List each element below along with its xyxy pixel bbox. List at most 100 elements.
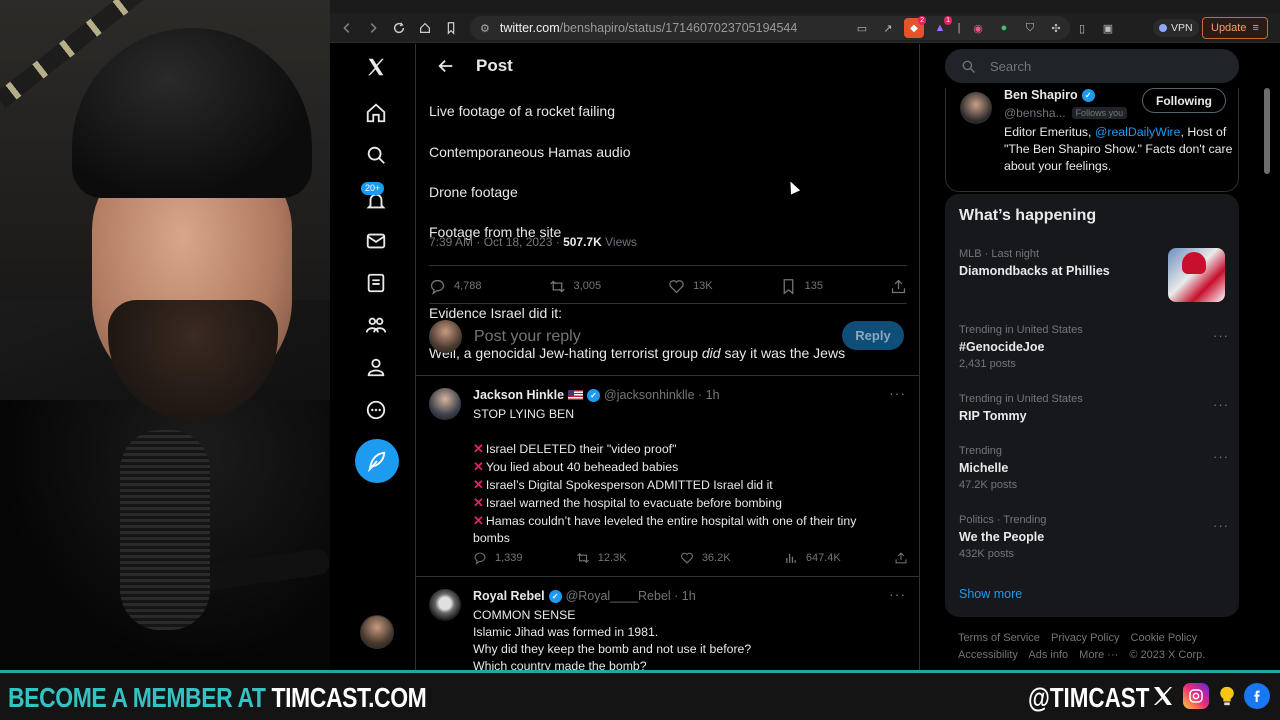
footer-link-cookies[interactable]: Cookie Policy <box>1131 632 1198 644</box>
profile-handle[interactable]: @bensha... <box>1004 106 1066 120</box>
cast-icon[interactable]: ▭ <box>852 18 872 38</box>
share-action[interactable] <box>890 278 907 295</box>
extensions-puzzle-icon[interactable]: ✣ <box>1046 18 1066 38</box>
explore-search-icon[interactable] <box>360 139 392 171</box>
profile-name-row: Ben Shapiro ✓ <box>1004 88 1095 102</box>
us-flag-icon <box>568 390 584 400</box>
page-scrollbar[interactable] <box>1262 88 1272 670</box>
communities-icon[interactable] <box>360 309 392 341</box>
more-options-icon[interactable]: ··· <box>1213 518 1229 533</box>
compose-post-button[interactable] <box>355 439 399 483</box>
more-options-icon[interactable]: ··· <box>889 385 906 401</box>
profile-avatar[interactable] <box>960 92 992 124</box>
reply-line: ✕ Hamas couldn’t have leveled the entire … <box>473 512 898 530</box>
reply-action[interactable]: 4,788 <box>429 278 482 295</box>
search-box[interactable]: Search <box>945 49 1239 83</box>
show-more-link[interactable]: Show more <box>959 587 1022 601</box>
like-action[interactable]: 36.2K <box>680 551 731 565</box>
timestamp-text[interactable]: 7:39 AM · Oct 18, 2023 · <box>429 235 563 249</box>
footer-copyright: © 2023 X Corp. <box>1129 649 1206 661</box>
reply-tweet[interactable]: Royal Rebel ✓ @Royal____Rebel · 1h ··· C… <box>416 578 919 670</box>
profile-name[interactable]: Ben Shapiro <box>1004 88 1078 102</box>
reply-author-name[interactable]: Jackson Hinkle <box>473 388 564 402</box>
trend-item[interactable]: Trending in United States #GenocideJoe 2… <box>959 324 1229 370</box>
reply-avatar[interactable] <box>429 388 461 420</box>
reply-line: ✕ Israel DELETED their "video proof" <box>473 440 898 458</box>
reply-line: COMMON SENSE <box>473 608 576 622</box>
scrollbar-thumb[interactable] <box>1264 88 1270 174</box>
notifications-badge: 20+ <box>361 182 385 195</box>
trends-title: What’s happening <box>959 207 1097 224</box>
reply-line-text: STOP LYING BEN <box>473 407 575 421</box>
home-icon[interactable] <box>360 97 392 129</box>
reply-line-text: Hamas couldn’t have leveled the entire h… <box>485 514 857 528</box>
views-action[interactable]: 647.4K <box>784 551 841 565</box>
footer-link-more[interactable]: More ··· <box>1079 649 1118 661</box>
lists-icon[interactable] <box>360 267 392 299</box>
reply-author-name[interactable]: Royal Rebel <box>473 589 545 603</box>
profile-icon[interactable] <box>360 351 392 383</box>
wallet-icon[interactable]: ▣ <box>1098 18 1118 38</box>
reply-author-handle[interactable]: @Royal____Rebel · 1h <box>566 589 696 603</box>
search-icon <box>962 60 975 73</box>
trend-count: 2,431 posts <box>959 358 1016 370</box>
footer-link-ads[interactable]: Ads info <box>1028 649 1068 661</box>
more-options-icon[interactable]: ··· <box>889 586 906 602</box>
tweet-line: Drone footage <box>429 184 518 201</box>
extension-green-icon[interactable]: ● <box>994 18 1014 38</box>
back-arrow-icon[interactable] <box>334 15 360 41</box>
reload-icon[interactable] <box>386 15 412 41</box>
back-arrow-icon[interactable] <box>426 57 466 75</box>
whats-happening-panel: What’s happening MLB · Last night Diamon… <box>945 194 1239 617</box>
account-avatar[interactable] <box>360 615 394 649</box>
bio-mention-link[interactable]: @realDailyWire <box>1095 125 1181 139</box>
more-options-icon[interactable]: ··· <box>1213 449 1229 464</box>
trend-thumbnail[interactable] <box>1168 248 1225 302</box>
repost-action[interactable]: 3,005 <box>549 278 601 295</box>
extension-puzzle-pink-icon[interactable]: ◉ <box>968 18 988 38</box>
like-count: 13K <box>693 280 713 292</box>
home-icon[interactable] <box>412 15 438 41</box>
trend-item[interactable]: Trending Michelle 47.2K posts ··· <box>959 445 1229 491</box>
reply-author-handle[interactable]: @jacksonhinklle · 1h <box>604 388 720 402</box>
brave-rewards-icon[interactable]: ▲ 1 <box>930 16 952 38</box>
footer-link-privacy[interactable]: Privacy Policy <box>1051 632 1119 644</box>
rewards-badge: 1 <box>944 16 952 25</box>
twitter-page: 20+ Post Live footage of a rocket failin… <box>330 44 1280 670</box>
footer-link-accessibility[interactable]: Accessibility <box>958 649 1018 661</box>
profile-hover-card: Ben Shapiro ✓ @bensha... Follows you Fol… <box>945 88 1239 192</box>
more-options-icon[interactable]: ··· <box>1213 397 1229 412</box>
share-action[interactable] <box>894 551 908 565</box>
more-circle-icon[interactable] <box>360 394 392 426</box>
trend-item[interactable]: Trending in United States RIP Tommy ··· <box>959 393 1229 423</box>
reply-tweet[interactable]: Jackson Hinkle ✓ @jacksonhinklle · 1h ··… <box>416 377 919 577</box>
bookmark-icon <box>783 278 794 295</box>
vpn-icon <box>1159 24 1167 32</box>
brave-shields-icon[interactable]: ◆ 2 <box>904 16 926 38</box>
footer-link-terms[interactable]: Terms of Service <box>958 632 1040 644</box>
bookmark-action[interactable]: 135 <box>780 278 823 295</box>
following-button[interactable]: Following <box>1142 88 1226 113</box>
repost-action[interactable]: 12.3K <box>576 551 627 565</box>
search-input[interactable]: Search <box>990 59 1031 74</box>
forward-arrow-icon[interactable] <box>360 15 386 41</box>
update-button[interactable]: Update ≡ <box>1202 17 1268 39</box>
messages-envelope-icon[interactable] <box>360 225 392 257</box>
site-settings-icon[interactable]: ⚙ <box>480 22 490 35</box>
bookmark-page-icon[interactable] <box>438 15 464 41</box>
shield-icon[interactable]: ⛉ <box>1020 18 1040 38</box>
like-action[interactable]: 13K <box>668 278 713 295</box>
views-label: Views <box>601 235 637 249</box>
more-options-icon[interactable]: ··· <box>1213 328 1229 343</box>
trend-item[interactable]: Politics · Trending We the People 432K p… <box>959 514 1229 560</box>
reply-action[interactable]: 1,339 <box>473 551 523 565</box>
browser-window: ⚙ twitter.com/benshapiro/status/17146070… <box>330 13 1280 670</box>
reply-input[interactable]: Post your reply <box>474 328 581 346</box>
reply-button[interactable]: Reply <box>842 321 904 350</box>
x-logo-icon[interactable] <box>360 51 392 83</box>
vpn-button[interactable]: VPN <box>1153 19 1199 37</box>
reply-actions: 1,339 12.3K 36.2K 647.4K <box>473 551 908 565</box>
sidebar-toggle-icon[interactable]: ▯ <box>1072 18 1092 38</box>
share-icon[interactable]: ↗ <box>878 18 898 38</box>
reply-avatar[interactable] <box>429 589 461 621</box>
